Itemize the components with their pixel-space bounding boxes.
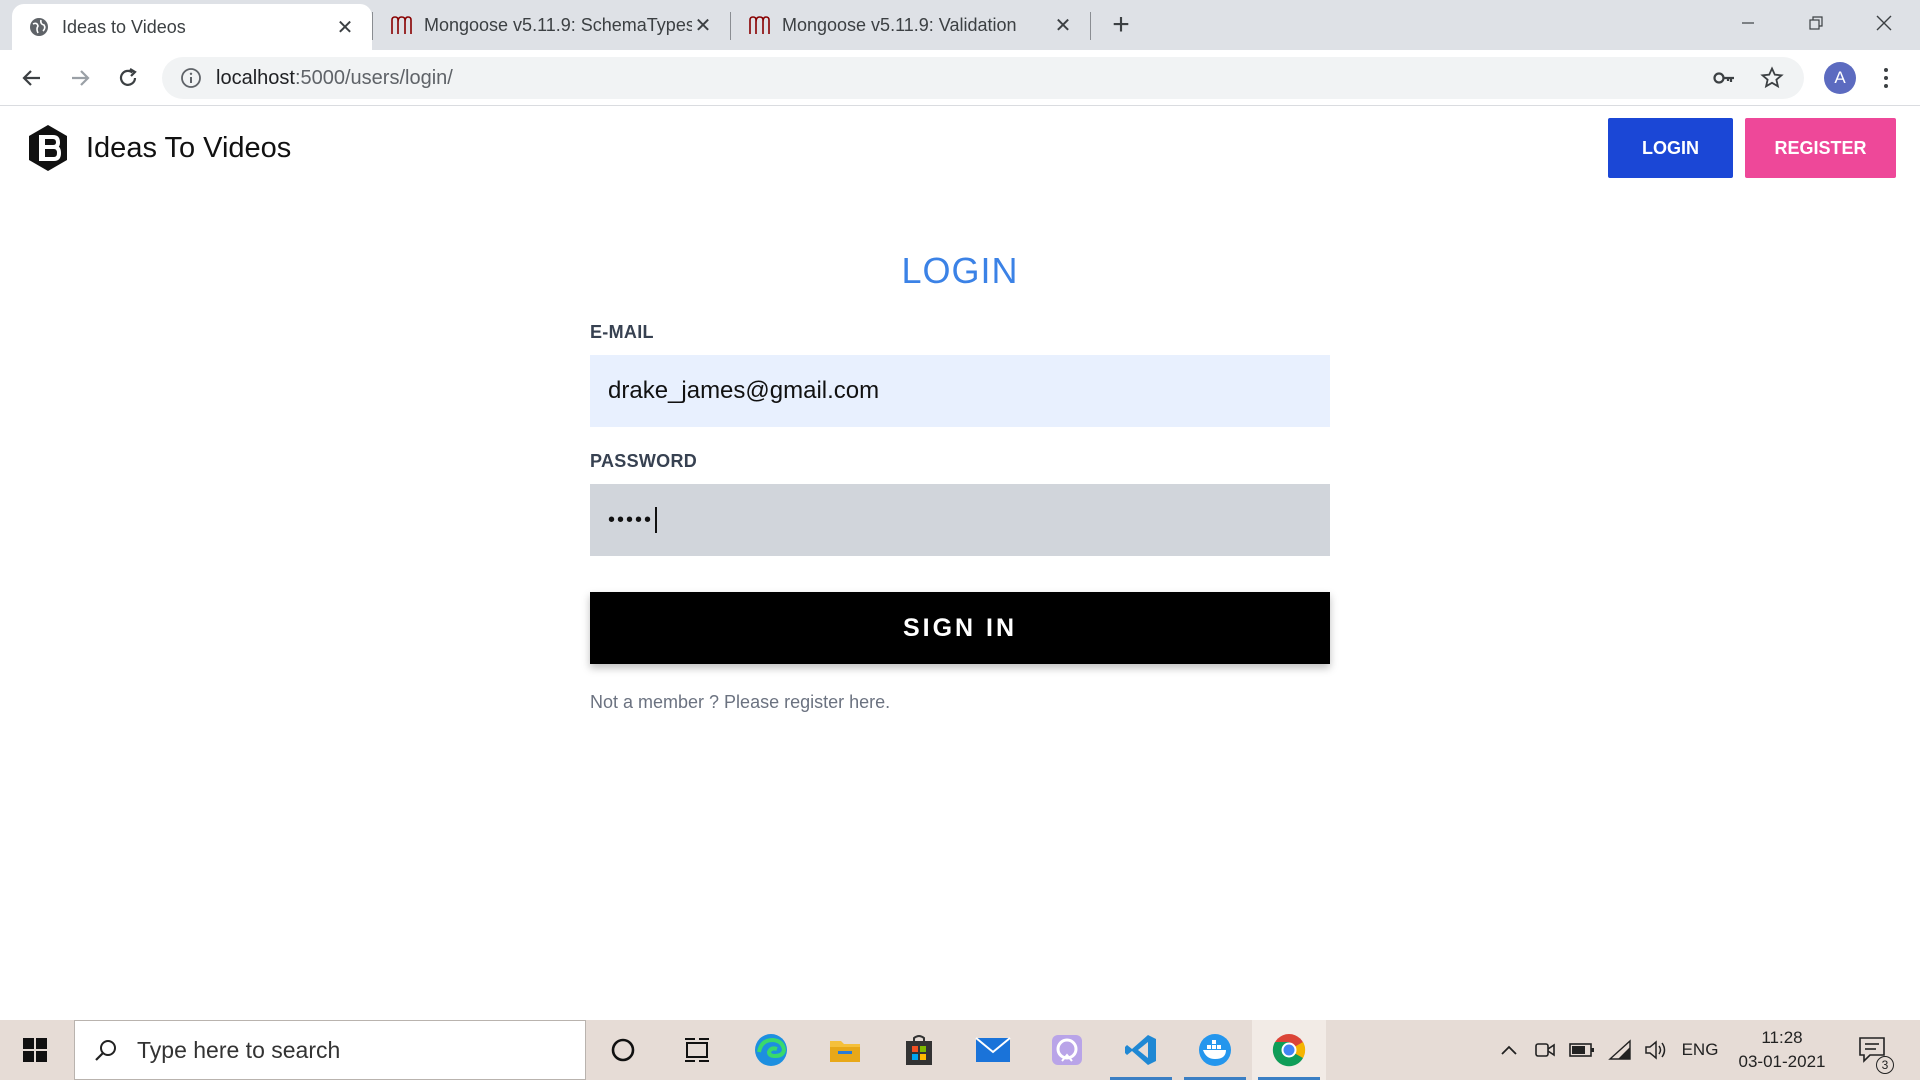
reload-icon[interactable] bbox=[110, 62, 146, 94]
tab-ideas-to-videos[interactable]: Ideas to Videos ✕ bbox=[12, 4, 372, 50]
close-window-icon[interactable] bbox=[1856, 4, 1912, 42]
clock[interactable]: 11:28 03-01-2021 bbox=[1730, 1026, 1834, 1074]
close-tab-icon[interactable]: ✕ bbox=[692, 14, 714, 37]
show-hidden-icons-chevron-icon[interactable] bbox=[1494, 1020, 1524, 1080]
browser-menu-icon[interactable] bbox=[1876, 60, 1896, 96]
search-placeholder: Type here to search bbox=[137, 1036, 341, 1063]
password-field[interactable]: ••••• bbox=[590, 484, 1330, 556]
taskbar-search-input[interactable]: Type here to search bbox=[74, 1020, 586, 1080]
forward-arrow-icon[interactable] bbox=[62, 62, 98, 94]
mail-icon[interactable] bbox=[956, 1020, 1030, 1080]
email-value: drake_james@gmail.com bbox=[608, 377, 880, 404]
form-title: LOGIN bbox=[901, 250, 1019, 291]
globe-icon bbox=[28, 16, 50, 38]
cortana-icon[interactable] bbox=[586, 1020, 660, 1080]
edge-icon[interactable] bbox=[734, 1020, 808, 1080]
login-form: LOGIN E-MAIL drake_james@gmail.com PASSW… bbox=[590, 250, 1330, 713]
url-host: localhost bbox=[216, 66, 295, 89]
tab-mongoose-validation[interactable]: Mongoose v5.11.9: Validation ✕ bbox=[732, 0, 1090, 50]
docker-icon[interactable] bbox=[1178, 1020, 1252, 1080]
mongoose-icon bbox=[748, 14, 770, 36]
register-link[interactable]: Not a member ? Please register here. bbox=[590, 692, 1330, 713]
bookmark-star-icon[interactable] bbox=[1758, 64, 1786, 92]
brand-name: Ideas To Videos bbox=[86, 131, 292, 164]
vscode-icon[interactable] bbox=[1104, 1020, 1178, 1080]
photos-app-icon[interactable] bbox=[1030, 1020, 1104, 1080]
email-field[interactable]: drake_james@gmail.com bbox=[590, 355, 1330, 427]
site-navbar: Ideas To Videos LOGIN REGISTER bbox=[0, 107, 1920, 191]
close-tab-icon[interactable]: ✕ bbox=[334, 16, 356, 39]
search-icon bbox=[93, 1037, 119, 1063]
nav-register-button[interactable]: REGISTER bbox=[1745, 118, 1896, 178]
clock-date: 03-01-2021 bbox=[1738, 1052, 1826, 1071]
text-caret bbox=[655, 507, 658, 533]
volume-icon[interactable] bbox=[1640, 1020, 1672, 1080]
tab-separator bbox=[372, 12, 373, 40]
password-label: PASSWORD bbox=[590, 451, 698, 471]
tab-mongoose-schematypes[interactable]: Mongoose v5.11.9: SchemaTypes ✕ bbox=[374, 0, 730, 50]
back-arrow-icon[interactable] bbox=[14, 62, 50, 94]
wifi-icon[interactable] bbox=[1604, 1020, 1636, 1080]
taskbar: Type here to search ENG 11:28 03-01-2021… bbox=[0, 1020, 1920, 1080]
microsoft-store-icon[interactable] bbox=[882, 1020, 956, 1080]
mongoose-icon bbox=[390, 14, 412, 36]
tab-strip: Ideas to Videos ✕ Mongoose v5.11.9: Sche… bbox=[0, 0, 1920, 50]
restore-icon[interactable] bbox=[1788, 4, 1844, 42]
brand-link[interactable]: Ideas To Videos bbox=[26, 123, 291, 173]
nav-login-button[interactable]: LOGIN bbox=[1608, 118, 1733, 178]
profile-avatar[interactable]: A bbox=[1824, 62, 1856, 94]
url-text: localhost:5000/users/login/ bbox=[216, 67, 453, 90]
url-path: :5000/users/login/ bbox=[294, 66, 453, 89]
site-info-icon[interactable] bbox=[180, 67, 202, 89]
input-language[interactable]: ENG bbox=[1676, 1020, 1724, 1080]
notification-center-icon[interactable]: 3 bbox=[1850, 1020, 1896, 1080]
meet-now-icon[interactable] bbox=[1530, 1020, 1560, 1080]
tab-label: Ideas to Videos bbox=[62, 16, 186, 37]
tab-separator bbox=[730, 12, 731, 40]
key-icon[interactable] bbox=[1710, 64, 1738, 92]
chrome-icon[interactable] bbox=[1252, 1020, 1326, 1080]
email-label: E-MAIL bbox=[590, 322, 654, 342]
minimize-icon[interactable] bbox=[1720, 4, 1776, 42]
sign-in-button[interactable]: SIGN IN bbox=[590, 592, 1330, 664]
new-tab-plus-icon[interactable]: + bbox=[1106, 8, 1136, 41]
tab-label: Mongoose v5.11.9: Validation bbox=[782, 14, 1017, 35]
battery-icon[interactable] bbox=[1566, 1020, 1598, 1080]
brand-logo-icon bbox=[26, 123, 70, 173]
tab-label: Mongoose v5.11.9: SchemaTypes bbox=[424, 14, 692, 35]
windows-start-icon[interactable] bbox=[0, 1020, 70, 1080]
task-view-icon[interactable] bbox=[660, 1020, 734, 1080]
tab-separator bbox=[1090, 12, 1091, 40]
notification-count-badge: 3 bbox=[1876, 1056, 1894, 1074]
file-explorer-icon[interactable] bbox=[808, 1020, 882, 1080]
clock-time: 11:28 bbox=[1761, 1028, 1803, 1047]
address-bar[interactable]: localhost:5000/users/login/ bbox=[162, 57, 1804, 99]
close-tab-icon[interactable]: ✕ bbox=[1052, 14, 1074, 37]
password-value: ••••• bbox=[608, 508, 654, 531]
